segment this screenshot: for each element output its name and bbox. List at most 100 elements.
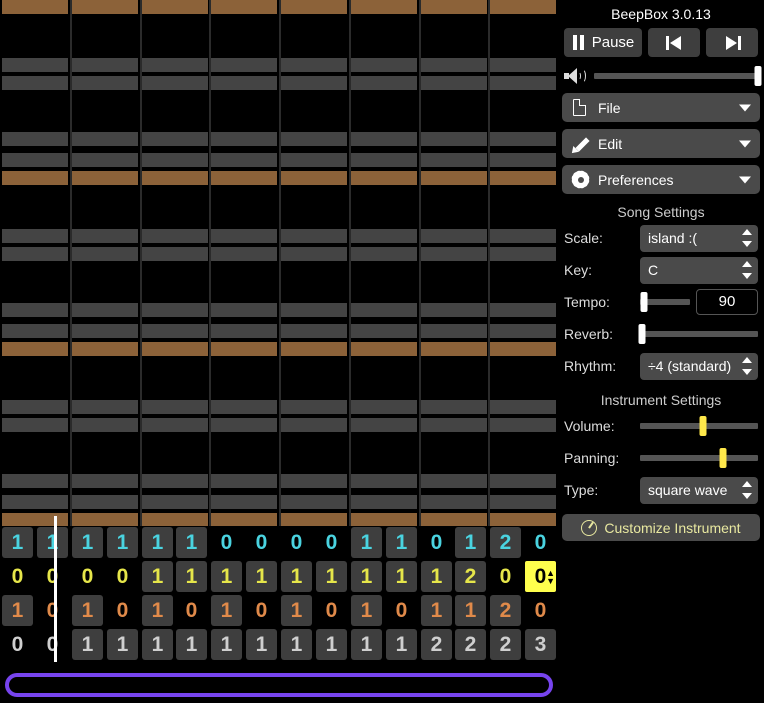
instrument-volume-slider[interactable] bbox=[640, 416, 758, 436]
instrument-volume-thumb[interactable] bbox=[699, 416, 707, 436]
scale-row-band[interactable] bbox=[351, 303, 417, 317]
pattern-cell[interactable]: 1 bbox=[455, 595, 486, 626]
pattern-cell[interactable]: 1 bbox=[281, 561, 312, 592]
spinner-arrows-icon[interactable] bbox=[742, 260, 752, 280]
pattern-cell[interactable]: 0 bbox=[37, 561, 68, 592]
octave-row-band[interactable] bbox=[351, 342, 417, 356]
master-volume-slider[interactable] bbox=[594, 66, 762, 86]
scale-row-band[interactable] bbox=[142, 132, 208, 146]
reverb-slider[interactable] bbox=[638, 324, 758, 344]
scale-row-band[interactable] bbox=[281, 229, 347, 243]
pattern-cell[interactable]: 2 bbox=[421, 629, 452, 660]
track-row[interactable]: 0011111111112223 bbox=[0, 628, 558, 662]
scale-row-band[interactable] bbox=[211, 474, 277, 488]
scale-row-band[interactable] bbox=[421, 474, 487, 488]
scale-row-band[interactable] bbox=[281, 418, 347, 432]
pattern-cell[interactable]: 0 bbox=[525, 527, 556, 558]
scale-row-band[interactable] bbox=[2, 229, 68, 243]
pattern-cell[interactable]: 2 bbox=[455, 629, 486, 660]
scale-row-band[interactable] bbox=[72, 303, 138, 317]
scale-row-band[interactable] bbox=[211, 400, 277, 414]
scale-row-band[interactable] bbox=[281, 303, 347, 317]
scale-row-band[interactable] bbox=[142, 229, 208, 243]
scale-row-band[interactable] bbox=[72, 132, 138, 146]
track-row[interactable]: 1111110000110120 bbox=[0, 526, 558, 560]
octave-row-band[interactable] bbox=[72, 513, 138, 526]
scale-row-band[interactable] bbox=[72, 495, 138, 509]
octave-row-band[interactable] bbox=[72, 171, 138, 185]
scale-row-band[interactable] bbox=[2, 76, 68, 90]
scale-row-band[interactable] bbox=[281, 400, 347, 414]
octave-row-band[interactable] bbox=[211, 513, 277, 526]
scale-row-band[interactable] bbox=[2, 58, 68, 72]
pattern-cell[interactable]: 0 bbox=[246, 527, 277, 558]
pattern-cell[interactable]: 2 bbox=[490, 629, 521, 660]
scale-row-band[interactable] bbox=[351, 76, 417, 90]
scale-row-band[interactable] bbox=[142, 153, 208, 167]
pattern-cell[interactable]: 1 bbox=[72, 527, 103, 558]
scale-row-band[interactable] bbox=[2, 400, 68, 414]
pattern-cell[interactable]: 1 bbox=[37, 527, 68, 558]
scale-row-band[interactable] bbox=[72, 229, 138, 243]
scale-row-band[interactable] bbox=[351, 495, 417, 509]
customize-instrument-button[interactable]: Customize Instrument bbox=[562, 514, 760, 541]
scale-row-band[interactable] bbox=[490, 153, 556, 167]
pattern-cell[interactable]: 1 bbox=[211, 561, 242, 592]
scale-row-band[interactable] bbox=[421, 153, 487, 167]
scale-row-band[interactable] bbox=[72, 400, 138, 414]
rhythm-select[interactable]: ÷4 (standard) bbox=[640, 352, 758, 380]
scale-row-band[interactable] bbox=[142, 247, 208, 261]
scale-row-band[interactable] bbox=[351, 58, 417, 72]
scale-row-band[interactable] bbox=[421, 58, 487, 72]
scale-row-band[interactable] bbox=[281, 76, 347, 90]
panning-slider[interactable] bbox=[640, 448, 758, 468]
key-select[interactable]: C bbox=[640, 256, 758, 284]
scale-row-band[interactable] bbox=[142, 474, 208, 488]
pattern-cell[interactable]: 0 bbox=[490, 561, 521, 592]
scale-row-band[interactable] bbox=[72, 324, 138, 338]
pattern-cell[interactable]: 0 bbox=[316, 595, 347, 626]
octave-row-band[interactable] bbox=[421, 513, 487, 526]
pattern-cell[interactable]: 1 bbox=[72, 629, 103, 660]
scale-row-band[interactable] bbox=[351, 474, 417, 488]
spinner-arrows-icon[interactable] bbox=[742, 356, 752, 376]
pattern-cell[interactable]: 1 bbox=[211, 629, 242, 660]
scale-row-band[interactable] bbox=[490, 132, 556, 146]
pattern-cell[interactable]: 1 bbox=[281, 629, 312, 660]
scale-row-band[interactable] bbox=[2, 324, 68, 338]
scale-row-band[interactable] bbox=[72, 58, 138, 72]
scale-row-band[interactable] bbox=[72, 474, 138, 488]
octave-row-band[interactable] bbox=[142, 171, 208, 185]
scale-row-band[interactable] bbox=[421, 400, 487, 414]
scale-row-band[interactable] bbox=[281, 153, 347, 167]
pattern-cell[interactable]: 1 bbox=[246, 629, 277, 660]
scale-row-band[interactable] bbox=[211, 132, 277, 146]
scale-row-band[interactable] bbox=[421, 418, 487, 432]
scale-row-band[interactable] bbox=[351, 418, 417, 432]
tempo-slider[interactable] bbox=[640, 292, 690, 312]
octave-row-band[interactable] bbox=[281, 513, 347, 526]
pattern-cell[interactable]: 0 bbox=[246, 595, 277, 626]
piano-roll-editor[interactable] bbox=[0, 0, 558, 526]
scale-row-band[interactable] bbox=[211, 153, 277, 167]
pattern-cell[interactable]: 1 bbox=[351, 561, 382, 592]
scale-row-band[interactable] bbox=[490, 247, 556, 261]
scale-row-band[interactable] bbox=[211, 418, 277, 432]
scale-row-band[interactable] bbox=[2, 153, 68, 167]
scale-row-band[interactable] bbox=[142, 58, 208, 72]
scale-row-band[interactable] bbox=[72, 76, 138, 90]
pattern-cell[interactable]: 1 bbox=[142, 527, 173, 558]
octave-row-band[interactable] bbox=[2, 171, 68, 185]
scale-row-band[interactable] bbox=[72, 247, 138, 261]
file-menu-button[interactable]: File bbox=[562, 93, 760, 122]
octave-row-band[interactable] bbox=[351, 513, 417, 526]
pattern-cell[interactable]: 1 bbox=[351, 629, 382, 660]
scale-row-band[interactable] bbox=[490, 58, 556, 72]
pattern-cell[interactable]: 2 bbox=[490, 595, 521, 626]
scale-row-band[interactable] bbox=[281, 324, 347, 338]
octave-row-band[interactable] bbox=[142, 342, 208, 356]
pattern-cell[interactable]: 1 bbox=[316, 629, 347, 660]
pattern-cell[interactable]: 1 bbox=[142, 595, 173, 626]
scale-row-band[interactable] bbox=[2, 303, 68, 317]
scale-row-band[interactable] bbox=[142, 303, 208, 317]
